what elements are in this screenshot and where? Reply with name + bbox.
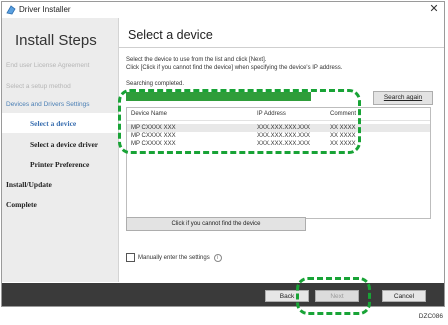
cancel-button[interactable]: Cancel (382, 290, 426, 302)
info-icon[interactable]: i (213, 253, 222, 262)
next-button-highlight (296, 277, 371, 315)
search-status: Searching completed. (126, 81, 185, 87)
window-title: Driver Installer (19, 5, 71, 14)
manual-settings-option[interactable]: Manually enter the settings i (126, 253, 222, 263)
instruction-line-1: Select the device to use from the list a… (126, 57, 267, 63)
instructions: Select the device to use from the list a… (126, 57, 342, 72)
sidebar: Install Steps End user License Agreement… (2, 18, 119, 282)
title-divider (119, 47, 444, 48)
installer-window: Driver Installer ✕ Install Steps End use… (1, 1, 445, 307)
sidebar-item-setup-method: Select a setup method (6, 83, 71, 90)
sidebar-item-select-driver: Select a device driver (30, 140, 99, 149)
sidebar-item-eula: End user License Agreement (6, 62, 90, 69)
sidebar-title: Install Steps (15, 32, 97, 49)
instruction-line-2: Click [Click if you cannot find the devi… (126, 64, 343, 71)
sidebar-item-devices-drivers: Devices and Drivers Settings (6, 101, 90, 108)
page-title: Select a device (128, 28, 213, 42)
sidebar-item-complete: Complete (6, 200, 37, 209)
cannot-find-device-button[interactable]: Click if you cannot find the device (126, 217, 306, 231)
sidebar-item-install-update: Install/Update (6, 180, 52, 189)
sidebar-item-printer-preference: Printer Preference (30, 160, 90, 169)
manual-settings-label[interactable]: Manually enter the settings (138, 255, 210, 261)
sidebar-item-select-device: Select a device (30, 119, 77, 128)
search-again-button[interactable]: Search again (373, 91, 433, 105)
figure-caption: DZC086 (418, 313, 443, 320)
title-bar: Driver Installer ✕ (2, 2, 444, 18)
close-icon[interactable]: ✕ (428, 3, 440, 16)
footer-bar: Back Next Cancel (2, 283, 444, 306)
device-list-highlight (118, 89, 361, 154)
app-icon (6, 5, 16, 15)
manual-settings-checkbox[interactable] (126, 253, 135, 262)
